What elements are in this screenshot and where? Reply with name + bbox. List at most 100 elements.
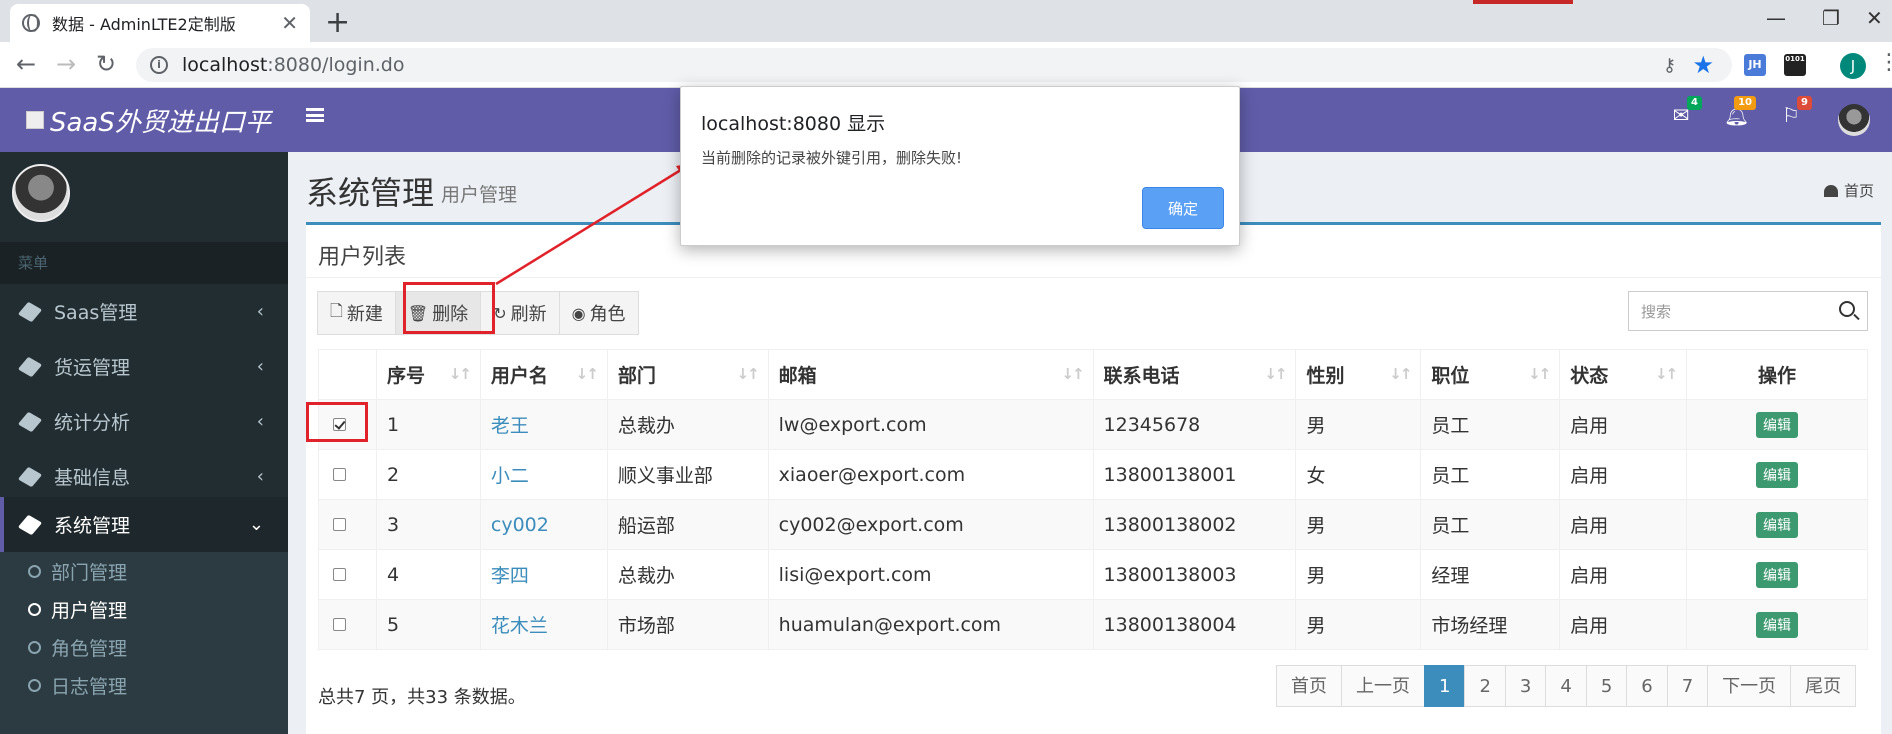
sort-icon[interactable]: ↓↑ [1389, 365, 1412, 383]
new-tab-icon[interactable]: + [325, 5, 350, 40]
submenu-item-log[interactable]: 日志管理 [0, 666, 288, 704]
row-checkbox[interactable] [333, 517, 346, 531]
page-7[interactable]: 7 [1666, 665, 1709, 707]
search-input[interactable]: 搜索 [1628, 291, 1868, 331]
edit-button[interactable]: 编辑 [1756, 461, 1799, 488]
sort-icon[interactable]: ↓↑ [1061, 365, 1084, 383]
sort-icon[interactable]: ↓↑ [1528, 365, 1551, 383]
cell-status: 启用 [1559, 499, 1688, 550]
breadcrumb-home[interactable]: 首页 [1844, 180, 1874, 201]
sort-icon[interactable]: ↓↑ [1264, 365, 1287, 383]
sidebar-item-label: 统计分析 [54, 412, 131, 434]
row-checkbox-cell [318, 599, 377, 650]
flag-icon[interactable]: ⚐ 9 [1780, 96, 1812, 126]
tab-close-icon[interactable]: ✕ [281, 11, 298, 35]
submenu-item-role[interactable]: 角色管理 [0, 628, 288, 666]
page-5[interactable]: 5 [1585, 665, 1628, 707]
sidebar-item-saas[interactable]: Saas管理 ‹ [0, 284, 288, 339]
info-icon[interactable]: i [150, 56, 168, 74]
new-button[interactable]: 🗋 新建 [317, 291, 396, 335]
sort-icon[interactable]: ↓↑ [576, 365, 599, 383]
sort-icon[interactable]: ↓↑ [1655, 365, 1678, 383]
minimize-icon[interactable]: — [1766, 6, 1786, 30]
page-last[interactable]: 尾页 [1790, 665, 1857, 707]
mail-icon[interactable]: ✉ 4 [1670, 96, 1702, 126]
sort-icon[interactable]: ↓↑ [737, 365, 760, 383]
more-menu-icon[interactable]: ⋮ [1878, 50, 1892, 75]
page-3[interactable]: 3 [1504, 665, 1547, 707]
cell-username-link[interactable]: 小二 [479, 449, 608, 500]
delete-highlight-box [403, 282, 495, 334]
cell-username-link[interactable]: 老王 [479, 399, 608, 450]
url-input[interactable]: i localhost:8080/login.do ⚷ ★ [136, 48, 1732, 82]
bell-icon[interactable]: 🔔︎ 10 [1724, 96, 1756, 126]
system-submenu: 部门管理 用户管理 角色管理 日志管理 [0, 552, 288, 734]
bookmark-star-icon[interactable]: ★ [1692, 51, 1714, 79]
cell-action: 编辑 [1686, 449, 1868, 500]
search-icon[interactable] [1839, 301, 1855, 317]
cell-username-link[interactable]: 李四 [479, 549, 608, 600]
edit-button[interactable]: 编辑 [1756, 611, 1799, 638]
profile-avatar[interactable]: J [1840, 53, 1866, 79]
edit-button[interactable]: 编辑 [1756, 511, 1799, 538]
header-status[interactable]: 状态 ↓↑ [1559, 349, 1688, 400]
sort-icon[interactable]: ↓↑ [449, 365, 472, 383]
extension-jh-icon[interactable]: JH [1744, 54, 1766, 76]
edit-button[interactable]: 编辑 [1756, 561, 1799, 588]
table-row: 4 李四 总裁办 lisi@export.com 13800138003 男 经… [318, 549, 1868, 600]
alert-dialog: localhost:8080 显示 当前删除的记录被外键引用，删除失败! 确定 [680, 86, 1240, 246]
header-gender[interactable]: 性别 ↓↑ [1295, 349, 1422, 400]
restore-icon[interactable]: ❐ [1822, 6, 1840, 30]
row-checkbox[interactable] [333, 567, 346, 581]
cell-dept: 总裁办 [606, 549, 769, 600]
page-prev[interactable]: 上一页 [1341, 665, 1425, 707]
sidebar-item-freight[interactable]: 货运管理 ‹ [0, 339, 288, 394]
search-placeholder: 搜索 [1641, 302, 1672, 321]
page-1[interactable]: 1 [1424, 665, 1466, 707]
role-button[interactable]: ◉ 角色 [558, 291, 639, 335]
window-close-icon[interactable]: ✕ [1866, 6, 1883, 30]
submenu-item-dept[interactable]: 部门管理 [0, 552, 288, 590]
header-no[interactable]: 序号 ↓↑ [375, 349, 481, 400]
forward-icon[interactable]: → [56, 50, 76, 78]
cell-username-link[interactable]: 花木兰 [479, 599, 608, 650]
extension-binary-icon[interactable]: 0101 [1784, 54, 1806, 76]
page-4[interactable]: 4 [1545, 665, 1587, 707]
app-logo[interactable]: SaaS外贸进出口平 [0, 88, 288, 152]
breadcrumb[interactable]: 首页 [1824, 180, 1874, 201]
header-position[interactable]: 职位 ↓↑ [1420, 349, 1561, 400]
submenu-item-user[interactable]: 用户管理 [0, 590, 288, 628]
reload-icon[interactable]: ↻ [96, 50, 116, 78]
back-icon[interactable]: ← [16, 50, 36, 78]
header-email[interactable]: 邮箱 ↓↑ [767, 349, 1094, 400]
cell-no: 1 [375, 399, 481, 450]
browser-tab[interactable]: 数据 - AdminLTE2定制版 ✕ [10, 4, 310, 42]
chevron-left-icon: ‹ [256, 356, 264, 377]
page-next[interactable]: 下一页 [1707, 665, 1792, 707]
header-phone[interactable]: 联系电话 ↓↑ [1092, 349, 1297, 400]
sidebar-item-stats[interactable]: 统计分析 ‹ [0, 394, 288, 449]
cell-gender: 女 [1295, 449, 1422, 500]
sidebar-item-basic-info[interactable]: 基础信息 ‹ [0, 449, 288, 504]
cube-icon [17, 301, 43, 322]
cell-dept: 顺义事业部 [606, 449, 769, 500]
row-checkbox-cell [318, 449, 377, 500]
table-row: 2 小二 顺义事业部 xiaoer@export.com 13800138001… [318, 449, 1868, 500]
sidebar-item-system[interactable]: 系统管理 ⌄ [0, 497, 288, 552]
dialog-message: 当前删除的记录被外键引用，删除失败! [701, 149, 963, 167]
avatar [12, 164, 70, 222]
header-dept[interactable]: 部门 ↓↑ [606, 349, 769, 400]
page-2[interactable]: 2 [1464, 665, 1506, 707]
page-6[interactable]: 6 [1626, 665, 1668, 707]
key-icon[interactable]: ⚷ [1663, 55, 1676, 76]
cell-username-link[interactable]: cy002 [479, 499, 608, 550]
user-avatar[interactable] [1838, 104, 1870, 136]
sidebar-toggle-icon[interactable] [306, 108, 324, 122]
row-checkbox[interactable] [333, 467, 346, 481]
cube-icon [17, 411, 43, 432]
dialog-ok-button[interactable]: 确定 [1142, 187, 1224, 229]
edit-button[interactable]: 编辑 [1756, 411, 1799, 438]
row-checkbox[interactable] [333, 617, 346, 631]
page-first[interactable]: 首页 [1276, 665, 1342, 707]
header-username[interactable]: 用户名 ↓↑ [479, 349, 608, 400]
